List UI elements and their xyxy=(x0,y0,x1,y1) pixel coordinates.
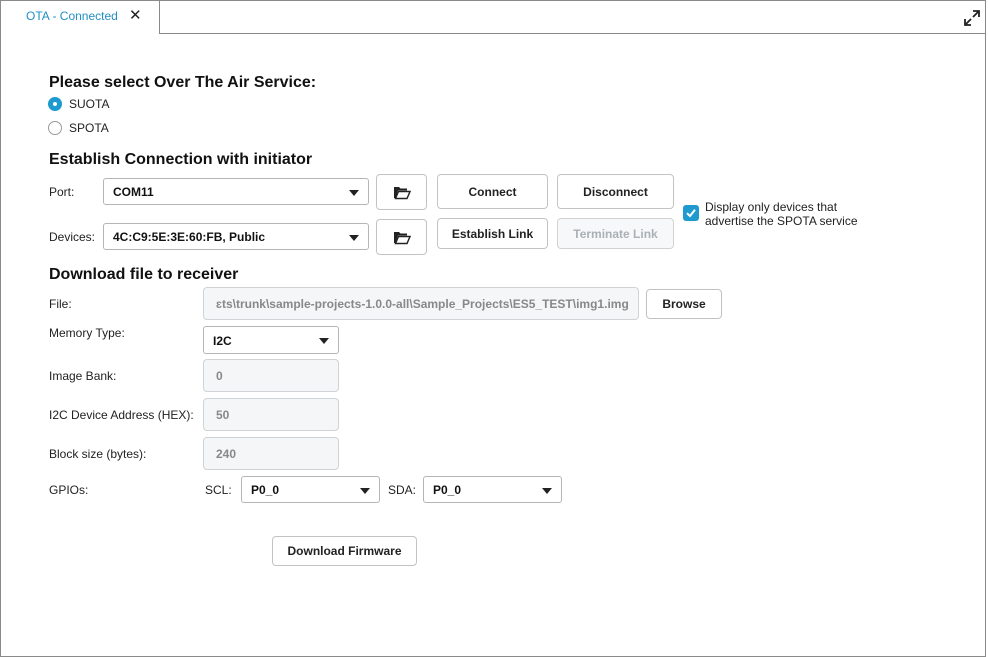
radio-selected-icon xyxy=(48,97,62,111)
devices-label: Devices: xyxy=(49,230,96,244)
tab-ota-connected[interactable]: OTA - Connected ✕ xyxy=(1,1,160,34)
sda-value: P0_0 xyxy=(433,483,462,497)
sda-select[interactable]: P0_0 xyxy=(423,476,562,503)
connection-heading: Establish Connection with initiator xyxy=(49,151,313,168)
block-size-field[interactable]: 240 xyxy=(203,437,339,470)
port-label: Port: xyxy=(49,185,75,199)
port-select[interactable]: COM11 xyxy=(103,178,369,205)
maximize-icon[interactable] xyxy=(963,9,981,27)
i2c-address-field[interactable]: 50 xyxy=(203,398,339,431)
ota-service-heading: Please select Over The Air Service: xyxy=(49,74,317,91)
port-value: COM11 xyxy=(113,185,154,199)
checkbox-checked xyxy=(683,205,699,221)
image-bank-field[interactable]: 0 xyxy=(203,359,339,392)
tab-title: OTA - Connected xyxy=(26,9,118,23)
devices-select[interactable]: 4C:C9:5E:3E:60:FB, Public xyxy=(103,223,369,250)
devices-folder-button[interactable] xyxy=(376,219,427,255)
block-size-label: Block size (bytes): xyxy=(49,447,147,461)
establish-link-button[interactable]: Establish Link xyxy=(437,218,548,249)
chevron-down-icon xyxy=(349,235,359,241)
file-path-field[interactable]: ɛts\trunk\sample-projects-1.0.0-all\Samp… xyxy=(203,287,639,320)
radio-suota-label: SUOTA xyxy=(69,97,110,111)
close-icon[interactable]: ✕ xyxy=(129,8,143,24)
folder-open-icon xyxy=(393,186,411,199)
chevron-down-icon xyxy=(542,488,552,494)
browse-button[interactable]: Browse xyxy=(646,289,722,319)
i2c-address-label: I2C Device Address (HEX): xyxy=(49,408,194,422)
scl-value: P0_0 xyxy=(251,483,280,497)
tab-bar: OTA - Connected ✕ xyxy=(1,1,985,34)
radio-spota[interactable]: SPOTA xyxy=(48,120,109,136)
download-firmware-button[interactable]: Download Firmware xyxy=(272,536,417,566)
radio-spota-label: SPOTA xyxy=(69,121,109,135)
memory-type-select[interactable]: I2C xyxy=(203,326,339,354)
image-bank-label: Image Bank: xyxy=(49,369,117,383)
radio-suota[interactable]: SUOTA xyxy=(48,96,109,112)
chevron-down-icon xyxy=(349,190,359,196)
devices-value: 4C:C9:5E:3E:60:FB, Public xyxy=(113,230,266,244)
scl-select[interactable]: P0_0 xyxy=(241,476,380,503)
radio-unselected-icon xyxy=(48,121,62,135)
download-heading: Download file to receiver xyxy=(49,266,239,283)
spota-filter-label: Display only devices that advertise the … xyxy=(705,200,858,228)
chevron-down-icon xyxy=(360,488,370,494)
memory-type-value: I2C xyxy=(213,334,232,348)
scl-label: SCL: xyxy=(205,483,232,497)
terminate-link-button[interactable]: Terminate Link xyxy=(557,218,674,249)
port-folder-button[interactable] xyxy=(376,174,427,210)
gpios-label: GPIOs: xyxy=(49,483,89,497)
memory-type-label: Memory Type: xyxy=(49,326,125,340)
disconnect-button[interactable]: Disconnect xyxy=(557,174,674,209)
checkmark-icon xyxy=(686,209,696,218)
ota-panel: OTA - Connected ✕ Please select Over The… xyxy=(0,0,986,657)
folder-open-icon xyxy=(393,231,411,244)
chevron-down-icon xyxy=(319,338,329,344)
connect-button[interactable]: Connect xyxy=(437,174,548,209)
sda-label: SDA: xyxy=(388,483,417,497)
file-label: File: xyxy=(49,297,72,311)
